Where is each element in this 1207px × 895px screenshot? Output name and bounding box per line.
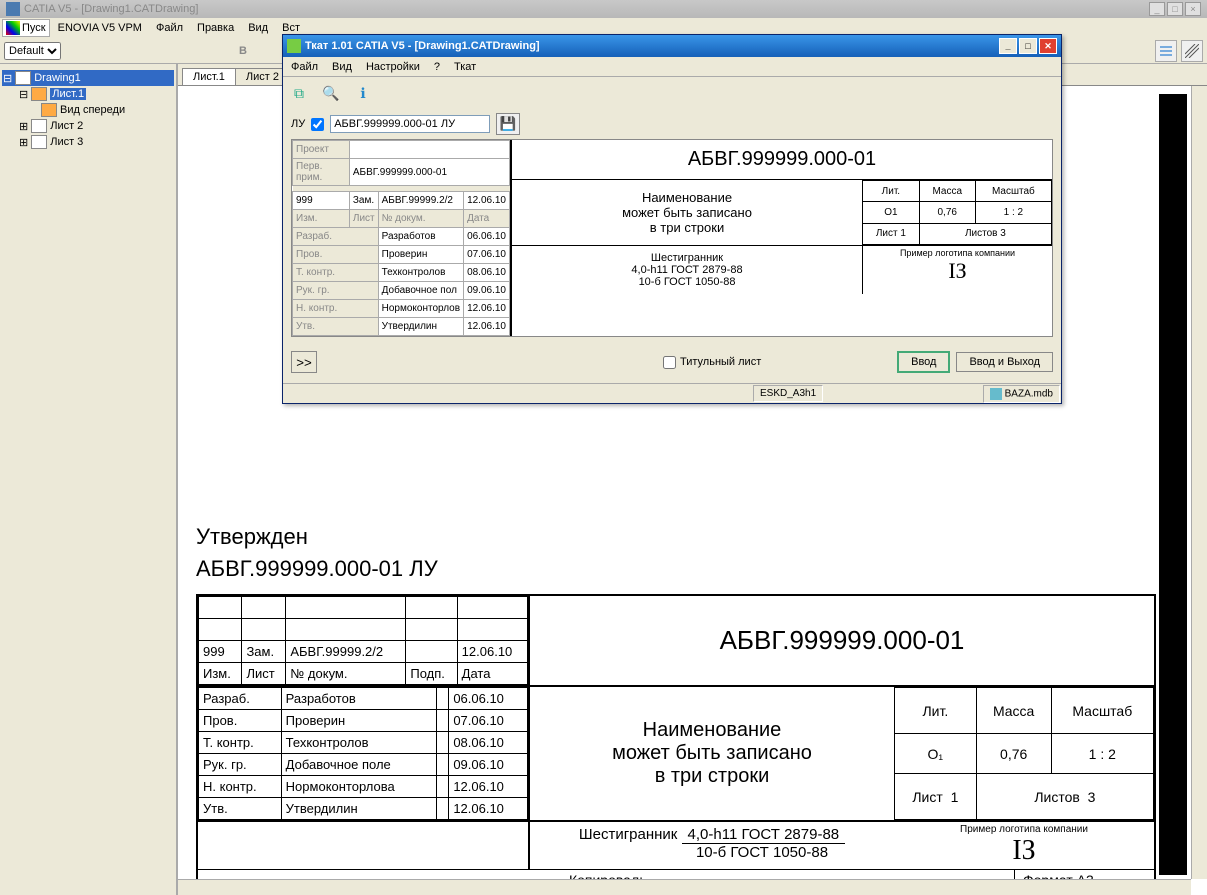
default-combo[interactable]: Default: [4, 42, 61, 60]
tree-root[interactable]: ⊟ Drawing1: [2, 70, 174, 86]
dialog-maximize[interactable]: □: [1019, 38, 1037, 54]
hatch-tool-1[interactable]: [1155, 40, 1177, 62]
dialog-left-table: Проект Перв. прим.АБВГ.999999.000-01 999…: [292, 140, 510, 336]
lu-checkbox[interactable]: [311, 118, 324, 131]
tree-sheet-3[interactable]: ⊞ Лист 3: [18, 134, 174, 150]
gost-titleblock: 999Зам.АБВГ.99999.2/212.06.10 Изм.Лист№ …: [196, 594, 1156, 892]
copy-icon[interactable]: ⧉: [287, 81, 311, 105]
dlg-menu-view[interactable]: Вид: [326, 59, 358, 75]
tab-sheet-1[interactable]: Лист.1: [182, 68, 236, 85]
tree-view-front[interactable]: Вид спереди: [40, 102, 174, 118]
menu-view[interactable]: Вид: [242, 20, 274, 36]
dialog-close[interactable]: ✕: [1039, 38, 1057, 54]
maximize-button[interactable]: □: [1167, 2, 1183, 16]
start-icon: [6, 21, 20, 35]
dlg-menu-settings[interactable]: Настройки: [360, 59, 426, 75]
main-title-text: CATIA V5 - [Drawing1.CATDrawing]: [24, 3, 198, 15]
tree-sheet-2[interactable]: ⊞ Лист 2: [18, 118, 174, 134]
scrollbar-horizontal[interactable]: [178, 879, 1191, 895]
title-sheet-checkbox[interactable]: Титульный лист: [663, 356, 761, 369]
minimize-button[interactable]: _: [1149, 2, 1165, 16]
dialog-statusbar: ESKD_A3h1 BAZA.mdb: [283, 383, 1061, 403]
tree-sheet-1[interactable]: ⊟ Лист.1: [18, 86, 174, 102]
dialog-icon: [287, 39, 301, 53]
vvod-exit-button[interactable]: Ввод и Выход: [956, 352, 1053, 372]
code-lu: АБВГ.999999.000-01 ЛУ: [196, 556, 1177, 582]
db-icon: [990, 388, 1002, 400]
status-baza: BAZA.mdb: [983, 385, 1060, 403]
dlg-menu-file[interactable]: Файл: [285, 59, 324, 75]
main-code: АБВГ.999999.000-01: [528, 596, 1154, 685]
menu-file[interactable]: Файл: [150, 20, 189, 36]
close-button[interactable]: ×: [1185, 2, 1201, 16]
dlg-menu-help[interactable]: ?: [428, 59, 446, 75]
app-icon: [6, 2, 20, 16]
approved-label: Утвержден: [196, 524, 1177, 550]
lu-label: ЛУ: [291, 118, 305, 130]
dialog-titlebar[interactable]: Ткат 1.01 CATIA V5 - [Drawing1.CATDrawin…: [283, 35, 1061, 57]
scrollbar-vertical[interactable]: [1191, 86, 1207, 879]
search-icon[interactable]: 🔍: [319, 81, 343, 105]
tkat-dialog: Ткат 1.01 CATIA V5 - [Drawing1.CATDrawin…: [282, 34, 1062, 404]
spec-tree: ⊟ Drawing1 ⊟ Лист.1 Вид спереди ⊞ Лист 2…: [0, 64, 178, 895]
dlg-code: АБВГ.999999.000-01: [512, 140, 1052, 180]
dialog-menubar: Файл Вид Настройки ? Ткат: [283, 57, 1061, 77]
dialog-right-panel: АБВГ.999999.000-01 Наименование может бы…: [510, 140, 1052, 336]
info-icon[interactable]: ℹ: [351, 81, 375, 105]
start-button[interactable]: Пуск: [2, 19, 50, 37]
expand-button[interactable]: >>: [291, 351, 317, 373]
sheet-edge: [1159, 94, 1187, 875]
sheet-icon: [31, 135, 47, 149]
toolbar-b: B: [239, 45, 247, 57]
menu-edit[interactable]: Правка: [191, 20, 240, 36]
dialog-toolbar: ⧉ 🔍 ℹ: [283, 77, 1061, 109]
vvod-button[interactable]: Ввод: [897, 351, 950, 373]
dialog-minimize[interactable]: _: [999, 38, 1017, 54]
main-titlebar: CATIA V5 - [Drawing1.CATDrawing] _ □ ×: [0, 0, 1207, 18]
status-eskd: ESKD_A3h1: [753, 385, 823, 402]
menu-enovia[interactable]: ENOVIA V5 VPM: [52, 20, 148, 36]
dlg-menu-tkat[interactable]: Ткат: [448, 59, 482, 75]
sheet-icon: [31, 87, 47, 101]
hatch-tool-2[interactable]: [1181, 40, 1203, 62]
drawing-icon: [15, 71, 31, 85]
view-icon: [41, 103, 57, 117]
save-icon-button[interactable]: 💾: [496, 113, 520, 135]
sheet-icon: [31, 119, 47, 133]
lu-input[interactable]: [330, 115, 490, 133]
